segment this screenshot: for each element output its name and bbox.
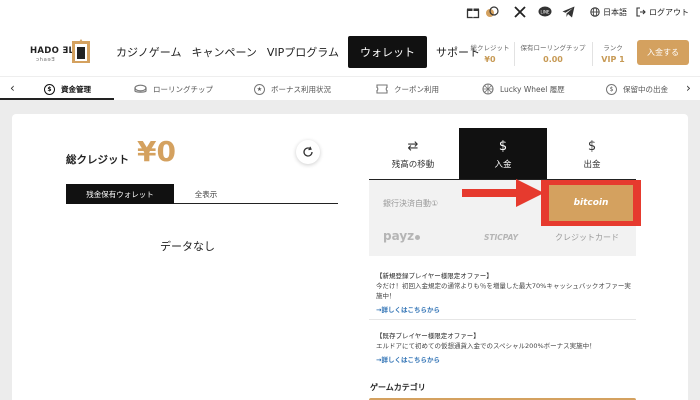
promo-link[interactable]: →詳しくはこちらから bbox=[376, 304, 440, 314]
nav-campaigns[interactable]: キャンペーン bbox=[186, 37, 261, 67]
logout-link[interactable]: ログアウト bbox=[636, 5, 689, 19]
wallet-credit-label: 総クレジット bbox=[66, 154, 129, 166]
subnav-label: ローリングチップ bbox=[153, 84, 213, 94]
logout-icon bbox=[636, 7, 646, 17]
promo-title: 【既存プレイヤー様限定オファー】 bbox=[376, 332, 480, 340]
language-label: 日本語 bbox=[603, 7, 627, 17]
tab-balance-wallet[interactable]: 残金保有ウォレット bbox=[66, 184, 174, 204]
refresh-icon bbox=[303, 146, 313, 157]
coins-icon[interactable] bbox=[485, 5, 499, 19]
rolling-chip-value: 0.00 bbox=[543, 55, 563, 64]
payz-option[interactable]: payz bbox=[383, 229, 421, 243]
transfer-arrows-icon: ⇄ bbox=[407, 138, 419, 154]
wallet-credit-value: ¥0 bbox=[137, 135, 176, 168]
payz-label: payz bbox=[383, 229, 415, 243]
wheel-icon bbox=[482, 83, 494, 95]
promo-body: エルドアにて初めての仮想通貨入金でのスペシャル200%ボーナス実施中！ bbox=[376, 342, 596, 350]
dollar-icon: $ bbox=[606, 83, 617, 95]
x-twitter-icon[interactable] bbox=[514, 5, 526, 19]
logo-emblem-icon bbox=[72, 39, 90, 63]
nav-wallet[interactable]: ウォレット bbox=[347, 36, 427, 68]
promo-body: 今だけ！初回入金規定の通常よりも％を増量した最大70%キャッシュバックオファー実… bbox=[376, 282, 631, 300]
rank-label: ランク bbox=[603, 44, 623, 52]
wallet-subnav: ‹ $ 資金管理 ローリングチップ ★ ボーナス利用状況 クーポン利用 Luck… bbox=[0, 76, 700, 100]
sticpay-option[interactable]: STICPAY bbox=[484, 233, 518, 242]
language-selector[interactable]: 日本語 bbox=[590, 5, 627, 19]
subnav-pending-withdrawal[interactable]: $ 保留中の出金 bbox=[606, 77, 668, 101]
bitcoin-option[interactable]: bitcoin bbox=[549, 185, 633, 221]
tab-label: 出金 bbox=[583, 159, 601, 170]
total-credit-stat: 総クレジット ¥0 bbox=[468, 42, 512, 64]
total-credit-value: ¥0 bbox=[484, 55, 496, 64]
tab-show-all[interactable]: 全表示 bbox=[174, 184, 238, 204]
subnav-rolling-chip[interactable]: ローリングチップ bbox=[134, 77, 213, 101]
ticket-icon bbox=[376, 84, 388, 94]
logo-text: HADO ƎL bbox=[30, 46, 75, 56]
svg-text:LINE: LINE bbox=[541, 10, 550, 15]
gift-icon[interactable] bbox=[466, 5, 480, 19]
refresh-button[interactable] bbox=[296, 140, 320, 164]
rank-value: VIP 1 bbox=[601, 55, 625, 64]
utility-bar: LINE 日本語 ログアウト bbox=[0, 0, 700, 24]
subnav-label: ボーナス利用状況 bbox=[271, 84, 331, 94]
game-category-heading: ゲームカテゴリ bbox=[370, 383, 426, 392]
tab-balance-transfer[interactable]: ⇄ 残高の移動 bbox=[369, 128, 457, 180]
tab-deposit[interactable]: $ 入金 bbox=[459, 128, 547, 180]
chip-icon bbox=[134, 84, 147, 93]
deposit-button[interactable]: 入金する bbox=[637, 40, 689, 65]
site-logo[interactable]: HADO ƎL ɔhaɘƎ bbox=[30, 35, 96, 69]
promo-divider bbox=[369, 319, 636, 320]
tab-label: 入金 bbox=[494, 159, 512, 170]
chevron-left-icon[interactable]: ‹ bbox=[10, 81, 15, 95]
promo-link[interactable]: →詳しくはこちらから bbox=[376, 354, 440, 364]
line-icon[interactable]: LINE bbox=[538, 5, 552, 19]
nav-vip-program[interactable]: VIPプログラム bbox=[262, 37, 344, 67]
nav-casino-games[interactable]: カジノゲーム bbox=[111, 37, 186, 67]
subnav-bonus-status[interactable]: ★ ボーナス利用状況 bbox=[254, 77, 331, 101]
total-credit-label: 総クレジット bbox=[470, 44, 510, 52]
subnav-label: 保留中の出金 bbox=[623, 84, 668, 94]
telegram-icon[interactable] bbox=[562, 5, 575, 19]
star-icon: ★ bbox=[254, 83, 265, 95]
logo-subtext: ɔhaɘƎ bbox=[36, 57, 56, 63]
subnav-label: 資金管理 bbox=[61, 84, 91, 94]
globe-icon bbox=[590, 7, 600, 17]
tab-withdrawal[interactable]: $ 出金 bbox=[548, 128, 636, 180]
dollar-icon: $ bbox=[44, 83, 55, 95]
subnav-coupon-use[interactable]: クーポン利用 bbox=[376, 77, 439, 101]
stat-divider bbox=[592, 42, 593, 66]
rank-stat: ランク VIP 1 bbox=[596, 42, 630, 64]
subnav-label: クーポン利用 bbox=[394, 84, 439, 94]
red-arrow-icon bbox=[462, 179, 544, 207]
credit-card-option[interactable]: クレジットカード bbox=[555, 232, 619, 243]
subnav-lucky-wheel-history[interactable]: Lucky Wheel 履歴 bbox=[482, 77, 565, 101]
promo-title: 【新規登録プレイヤー様限定オファー】 bbox=[376, 272, 493, 280]
chevron-right-icon[interactable]: › bbox=[686, 81, 691, 95]
logout-label: ログアウト bbox=[649, 7, 689, 17]
main-nav: カジノゲーム キャンペーン VIPプログラム ウォレット サポート bbox=[111, 36, 485, 68]
stat-divider bbox=[514, 42, 515, 66]
wallet-tabs: 残金保有ウォレット 全表示 bbox=[66, 184, 338, 204]
empty-state-text: データなし bbox=[160, 240, 215, 253]
bank-transfer-option[interactable]: 銀行決済自動① bbox=[383, 198, 438, 209]
dollar-circle-icon: $ bbox=[587, 138, 597, 154]
tab-label: 残高の移動 bbox=[391, 159, 435, 170]
rolling-chip-stat: 保有ローリングチップ 0.00 bbox=[517, 42, 589, 64]
subnav-label: Lucky Wheel 履歴 bbox=[500, 84, 565, 94]
rolling-chip-label: 保有ローリングチップ bbox=[520, 44, 586, 52]
payz-dot-icon bbox=[415, 235, 421, 240]
active-tab-indicator bbox=[0, 98, 114, 100]
dollar-circle-icon: $ bbox=[498, 138, 508, 154]
site-header: HADO ƎL ɔhaɘƎ カジノゲーム キャンペーン VIPプログラム ウォレ… bbox=[0, 24, 700, 76]
wallet-panel: 総クレジット ¥0 残金保有ウォレット 全表示 データなし ⇄ 残高の移動 $ … bbox=[12, 114, 688, 400]
